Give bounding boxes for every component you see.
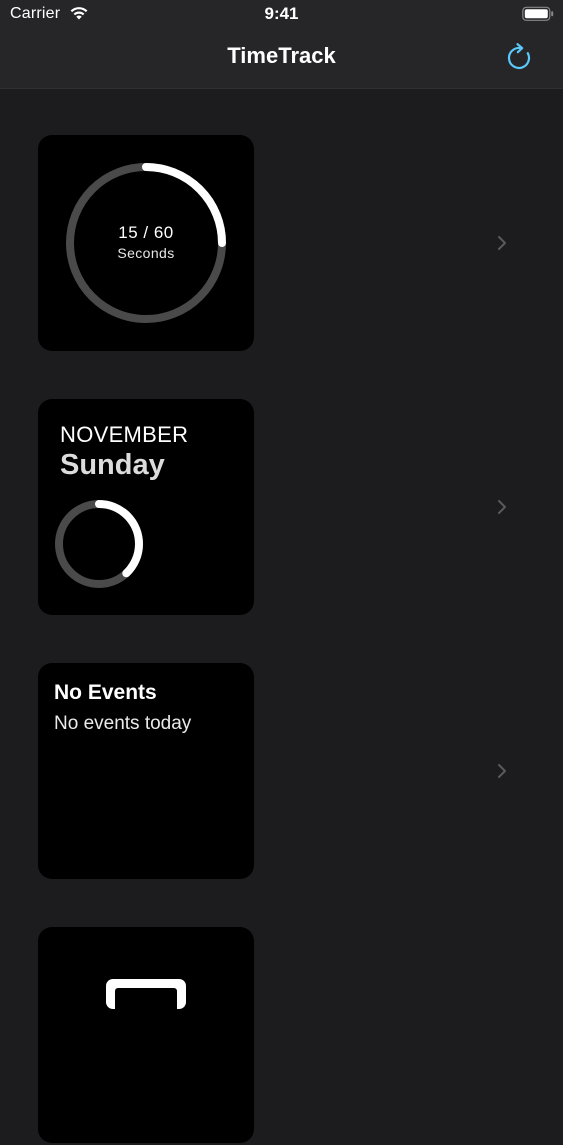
- seconds-widget-card: 15 / 60 Seconds: [38, 135, 254, 351]
- battery-icon: [522, 6, 554, 21]
- status-bar: Carrier 9:41: [0, 0, 563, 30]
- widget-row-seconds[interactable]: 15 / 60 Seconds: [0, 135, 563, 353]
- events-title: No Events: [54, 681, 157, 704]
- widget-row-partial[interactable]: [0, 927, 563, 1145]
- chevron-right-icon: [498, 236, 506, 250]
- widget-row-events[interactable]: No Events No events today: [0, 663, 563, 881]
- refresh-icon[interactable]: [500, 38, 540, 78]
- chevron-right-icon: [498, 500, 506, 514]
- events-subtitle: No events today: [54, 713, 192, 734]
- chevron-right-icon: [498, 764, 506, 778]
- status-time: 9:41: [264, 4, 299, 23]
- page-title: TimeTrack: [227, 43, 336, 68]
- seconds-count: 15 / 60: [118, 223, 174, 242]
- partial-widget-card: [38, 927, 254, 1143]
- seconds-progress-ring: [66, 163, 226, 323]
- calendar-widget-card: NOVEMBER Sunday: [38, 399, 254, 615]
- day-progress-ring: [55, 500, 143, 588]
- events-widget-card: No Events No events today: [38, 663, 254, 879]
- tray-icon: [106, 979, 186, 1009]
- seconds-unit-label: Seconds: [117, 245, 175, 261]
- widget-row-calendar[interactable]: NOVEMBER Sunday: [0, 399, 563, 617]
- navigation-bar: Carrier 9:41 TimeTrack: [0, 0, 563, 89]
